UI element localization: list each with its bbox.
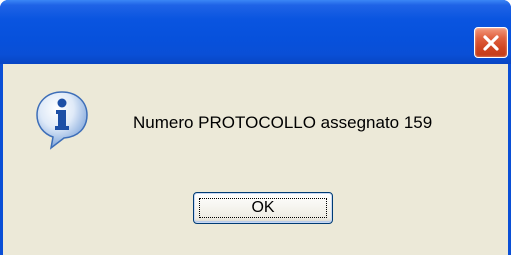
title-bar[interactable] — [0, 0, 511, 64]
info-icon — [36, 91, 88, 150]
dialog-message: Numero PROTOCOLLO assegnato 159 — [133, 113, 433, 132]
ok-button-label: OK — [251, 199, 275, 216]
close-icon — [483, 35, 499, 51]
ok-button[interactable]: OK — [193, 192, 333, 224]
close-button[interactable] — [474, 27, 508, 58]
message-dialog: Numero PROTOCOLLO assegnato 159 OK — [0, 0, 511, 255]
